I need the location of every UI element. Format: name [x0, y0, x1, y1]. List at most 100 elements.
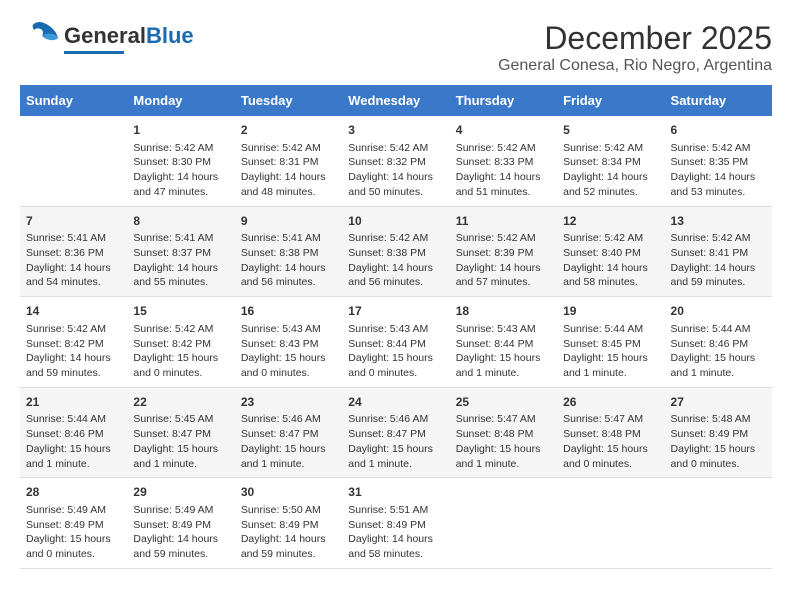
day-info: and 1 minute. [671, 366, 766, 381]
day-info: Sunrise: 5:42 AM [563, 141, 658, 156]
calendar-cell: 16Sunrise: 5:43 AMSunset: 8:43 PMDayligh… [235, 297, 342, 388]
day-info: Daylight: 14 hours [348, 170, 443, 185]
calendar-cell: 5Sunrise: 5:42 AMSunset: 8:34 PMDaylight… [557, 116, 664, 206]
calendar-cell: 31Sunrise: 5:51 AMSunset: 8:49 PMDayligh… [342, 478, 449, 569]
calendar-week-row: 21Sunrise: 5:44 AMSunset: 8:46 PMDayligh… [20, 387, 772, 478]
day-number: 29 [133, 484, 228, 501]
calendar-week-row: 28Sunrise: 5:49 AMSunset: 8:49 PMDayligh… [20, 478, 772, 569]
day-info: Sunrise: 5:49 AM [133, 503, 228, 518]
day-number: 23 [241, 394, 336, 411]
day-number: 17 [348, 303, 443, 320]
day-info: and 59 minutes. [671, 275, 766, 290]
day-info: Daylight: 15 hours [241, 442, 336, 457]
day-number: 7 [26, 213, 121, 230]
calendar-cell: 21Sunrise: 5:44 AMSunset: 8:46 PMDayligh… [20, 387, 127, 478]
day-info: and 0 minutes. [26, 547, 121, 562]
day-info: Sunrise: 5:44 AM [563, 322, 658, 337]
day-info: Sunset: 8:46 PM [671, 337, 766, 352]
day-info: and 1 minute. [456, 457, 551, 472]
day-info: Daylight: 15 hours [133, 442, 228, 457]
day-info: Sunset: 8:34 PM [563, 155, 658, 170]
day-info: Daylight: 14 hours [563, 261, 658, 276]
day-info: Sunset: 8:37 PM [133, 246, 228, 261]
day-number: 12 [563, 213, 658, 230]
day-number: 27 [671, 394, 766, 411]
day-info: Daylight: 14 hours [26, 351, 121, 366]
day-info: Sunrise: 5:46 AM [348, 412, 443, 427]
day-info: Daylight: 14 hours [348, 532, 443, 547]
day-info: and 56 minutes. [241, 275, 336, 290]
day-info: and 1 minute. [456, 366, 551, 381]
day-number: 13 [671, 213, 766, 230]
day-info: Sunset: 8:48 PM [563, 427, 658, 442]
calendar-week-row: 14Sunrise: 5:42 AMSunset: 8:42 PMDayligh… [20, 297, 772, 388]
day-info: Daylight: 14 hours [133, 261, 228, 276]
calendar-cell [557, 478, 664, 569]
day-info: Sunset: 8:47 PM [241, 427, 336, 442]
day-number: 21 [26, 394, 121, 411]
calendar-cell: 13Sunrise: 5:42 AMSunset: 8:41 PMDayligh… [665, 206, 772, 297]
calendar-cell [20, 116, 127, 206]
day-info: Sunrise: 5:48 AM [671, 412, 766, 427]
day-info: Daylight: 15 hours [348, 442, 443, 457]
calendar-cell: 1Sunrise: 5:42 AMSunset: 8:30 PMDaylight… [127, 116, 234, 206]
calendar-cell: 2Sunrise: 5:42 AMSunset: 8:31 PMDaylight… [235, 116, 342, 206]
day-info: Sunset: 8:49 PM [26, 518, 121, 533]
day-info: Daylight: 14 hours [133, 532, 228, 547]
day-info: Sunrise: 5:49 AM [26, 503, 121, 518]
day-number: 16 [241, 303, 336, 320]
calendar-cell: 30Sunrise: 5:50 AMSunset: 8:49 PMDayligh… [235, 478, 342, 569]
day-info: and 0 minutes. [241, 366, 336, 381]
day-info: Sunset: 8:42 PM [26, 337, 121, 352]
calendar-cell: 10Sunrise: 5:42 AMSunset: 8:38 PMDayligh… [342, 206, 449, 297]
day-info: Sunrise: 5:42 AM [348, 231, 443, 246]
day-info: Sunset: 8:47 PM [348, 427, 443, 442]
calendar-cell: 6Sunrise: 5:42 AMSunset: 8:35 PMDaylight… [665, 116, 772, 206]
day-number: 26 [563, 394, 658, 411]
day-info: Sunset: 8:32 PM [348, 155, 443, 170]
day-info: Daylight: 15 hours [456, 442, 551, 457]
day-info: and 47 minutes. [133, 185, 228, 200]
day-info: Sunset: 8:41 PM [671, 246, 766, 261]
day-info: Sunrise: 5:46 AM [241, 412, 336, 427]
day-info: and 54 minutes. [26, 275, 121, 290]
page-subtitle: General Conesa, Rio Negro, Argentina [498, 57, 772, 75]
day-info: Sunset: 8:46 PM [26, 427, 121, 442]
calendar-week-row: 1Sunrise: 5:42 AMSunset: 8:30 PMDaylight… [20, 116, 772, 206]
calendar-cell: 19Sunrise: 5:44 AMSunset: 8:45 PMDayligh… [557, 297, 664, 388]
day-number: 22 [133, 394, 228, 411]
day-info: Sunrise: 5:43 AM [348, 322, 443, 337]
day-info: Daylight: 14 hours [241, 532, 336, 547]
day-info: and 58 minutes. [348, 547, 443, 562]
day-info: and 0 minutes. [348, 366, 443, 381]
calendar-table: SundayMondayTuesdayWednesdayThursdayFrid… [20, 85, 772, 569]
day-info: Sunrise: 5:47 AM [456, 412, 551, 427]
day-info: Daylight: 15 hours [26, 532, 121, 547]
day-info: and 1 minute. [241, 457, 336, 472]
day-info: and 1 minute. [348, 457, 443, 472]
weekday-header: Thursday [450, 85, 557, 116]
day-info: Daylight: 15 hours [241, 351, 336, 366]
calendar-cell [450, 478, 557, 569]
day-info: Daylight: 14 hours [563, 170, 658, 185]
calendar-cell: 7Sunrise: 5:41 AMSunset: 8:36 PMDaylight… [20, 206, 127, 297]
day-info: Sunrise: 5:43 AM [456, 322, 551, 337]
day-info: Sunset: 8:44 PM [348, 337, 443, 352]
day-info: Daylight: 15 hours [26, 442, 121, 457]
calendar-cell: 24Sunrise: 5:46 AMSunset: 8:47 PMDayligh… [342, 387, 449, 478]
calendar-cell: 14Sunrise: 5:42 AMSunset: 8:42 PMDayligh… [20, 297, 127, 388]
calendar-cell: 4Sunrise: 5:42 AMSunset: 8:33 PMDaylight… [450, 116, 557, 206]
calendar-cell: 25Sunrise: 5:47 AMSunset: 8:48 PMDayligh… [450, 387, 557, 478]
day-info: Sunrise: 5:42 AM [133, 322, 228, 337]
day-info: Sunset: 8:44 PM [456, 337, 551, 352]
weekday-header: Tuesday [235, 85, 342, 116]
day-info: Sunrise: 5:42 AM [671, 231, 766, 246]
calendar-cell: 3Sunrise: 5:42 AMSunset: 8:32 PMDaylight… [342, 116, 449, 206]
calendar-cell: 26Sunrise: 5:47 AMSunset: 8:48 PMDayligh… [557, 387, 664, 478]
day-info: Daylight: 14 hours [133, 170, 228, 185]
day-number: 25 [456, 394, 551, 411]
day-number: 14 [26, 303, 121, 320]
day-info: Sunrise: 5:45 AM [133, 412, 228, 427]
day-info: and 59 minutes. [241, 547, 336, 562]
day-info: and 56 minutes. [348, 275, 443, 290]
